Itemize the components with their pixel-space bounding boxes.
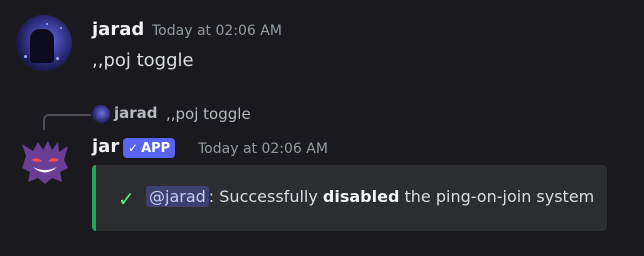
embed-bold-text: disabled — [322, 187, 400, 206]
reply-author[interactable]: jarad — [114, 104, 158, 122]
badge-label: APP — [141, 140, 171, 156]
embed-text-after: the ping-on-join system — [399, 187, 595, 206]
user-mention[interactable]: @jarad — [146, 186, 209, 207]
author-name[interactable]: jarad — [92, 19, 144, 40]
reply-connector — [43, 114, 91, 130]
verified-check-icon: ✓ — [128, 141, 139, 155]
timestamp: Today at 02:06 AM — [152, 23, 282, 39]
reply-content[interactable]: ,,poj toggle — [166, 105, 251, 123]
embed-text-before: : Successfully — [208, 187, 323, 206]
check-icon: ✓ — [118, 187, 135, 211]
user-avatar-jarad[interactable] — [16, 15, 72, 71]
embed: ✓ @jarad: Successfully disabled the ping… — [92, 165, 607, 231]
timestamp: Today at 02:06 AM — [198, 141, 328, 157]
message-content: ,,poj toggle — [92, 50, 194, 71]
app-badge: ✓ APP — [123, 138, 176, 158]
author-name[interactable]: jar — [92, 136, 119, 157]
embed-description: @jarad: Successfully disabled the ping-o… — [146, 186, 595, 207]
bot-avatar-gengar[interactable] — [20, 138, 70, 186]
chat-view: jarad Today at 02:06 AM ,,poj toggle jar… — [0, 0, 644, 256]
reply-avatar[interactable] — [92, 105, 110, 123]
